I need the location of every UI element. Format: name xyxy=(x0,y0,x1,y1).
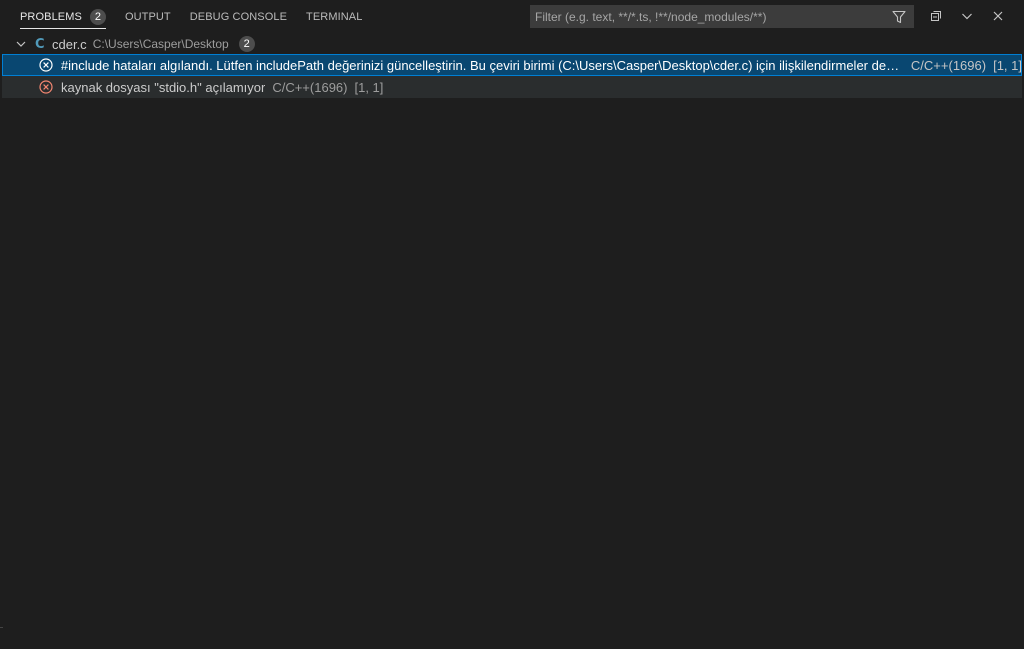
filter-icon[interactable] xyxy=(888,6,910,28)
close-icon[interactable] xyxy=(987,5,1009,27)
tab-debug-console-label: DEBUG CONSOLE xyxy=(189,10,288,23)
problems-count-badge: 2 xyxy=(89,8,106,25)
error-icon xyxy=(38,57,54,73)
problems-panel: PROBLEMS 2 OUTPUT DEBUG CONSOLE TERMINAL xyxy=(0,0,1024,649)
file-problem-count: 2 xyxy=(238,36,255,52)
file-path: C:\Users\Casper\Desktop xyxy=(92,37,229,51)
file-group-row[interactable]: C cder.c C:\Users\Casper\Desktop 2 xyxy=(0,34,1024,54)
file-name: cder.c xyxy=(52,36,87,52)
tab-output-label: OUTPUT xyxy=(124,10,171,23)
filter-box xyxy=(530,5,914,28)
tab-problems[interactable]: PROBLEMS 2 xyxy=(20,0,106,33)
problem-source: C/C++(1696) xyxy=(272,79,348,95)
filter-input[interactable] xyxy=(530,6,888,27)
problem-row[interactable]: #include hataları algılandı. Lütfen incl… xyxy=(2,54,1022,76)
tab-terminal[interactable]: TERMINAL xyxy=(306,0,362,33)
problem-row[interactable]: kaynak dosyası "stdio.h" açılamıyor C/C+… xyxy=(2,76,1022,98)
problems-tree: C cder.c C:\Users\Casper\Desktop 2 #incl… xyxy=(0,34,1024,98)
error-icon xyxy=(38,79,54,95)
panel-actions xyxy=(925,5,1018,27)
tab-output[interactable]: OUTPUT xyxy=(125,0,171,33)
chevron-down-icon[interactable] xyxy=(956,5,978,27)
problem-message: kaynak dosyası "stdio.h" açılamıyor xyxy=(61,79,266,95)
chevron-down-icon[interactable] xyxy=(14,34,28,54)
problem-position: [1, 1] xyxy=(354,79,384,95)
collapse-all-icon[interactable] xyxy=(925,5,947,27)
tab-terminal-label: TERMINAL xyxy=(306,10,363,23)
c-file-icon: C xyxy=(35,36,45,52)
panel-tabs: PROBLEMS 2 OUTPUT DEBUG CONSOLE TERMINAL xyxy=(0,0,381,33)
problem-source: C/C++(1696) xyxy=(910,57,987,73)
tab-debug-console[interactable]: DEBUG CONSOLE xyxy=(190,0,287,33)
panel-edge-divider xyxy=(0,627,3,628)
problem-message: #include hataları algılandı. Lütfen incl… xyxy=(60,57,904,73)
tab-problems-label: PROBLEMS xyxy=(20,10,82,23)
problem-position: [1, 1] xyxy=(993,57,1022,73)
panel-header: PROBLEMS 2 OUTPUT DEBUG CONSOLE TERMINAL xyxy=(0,0,1024,33)
